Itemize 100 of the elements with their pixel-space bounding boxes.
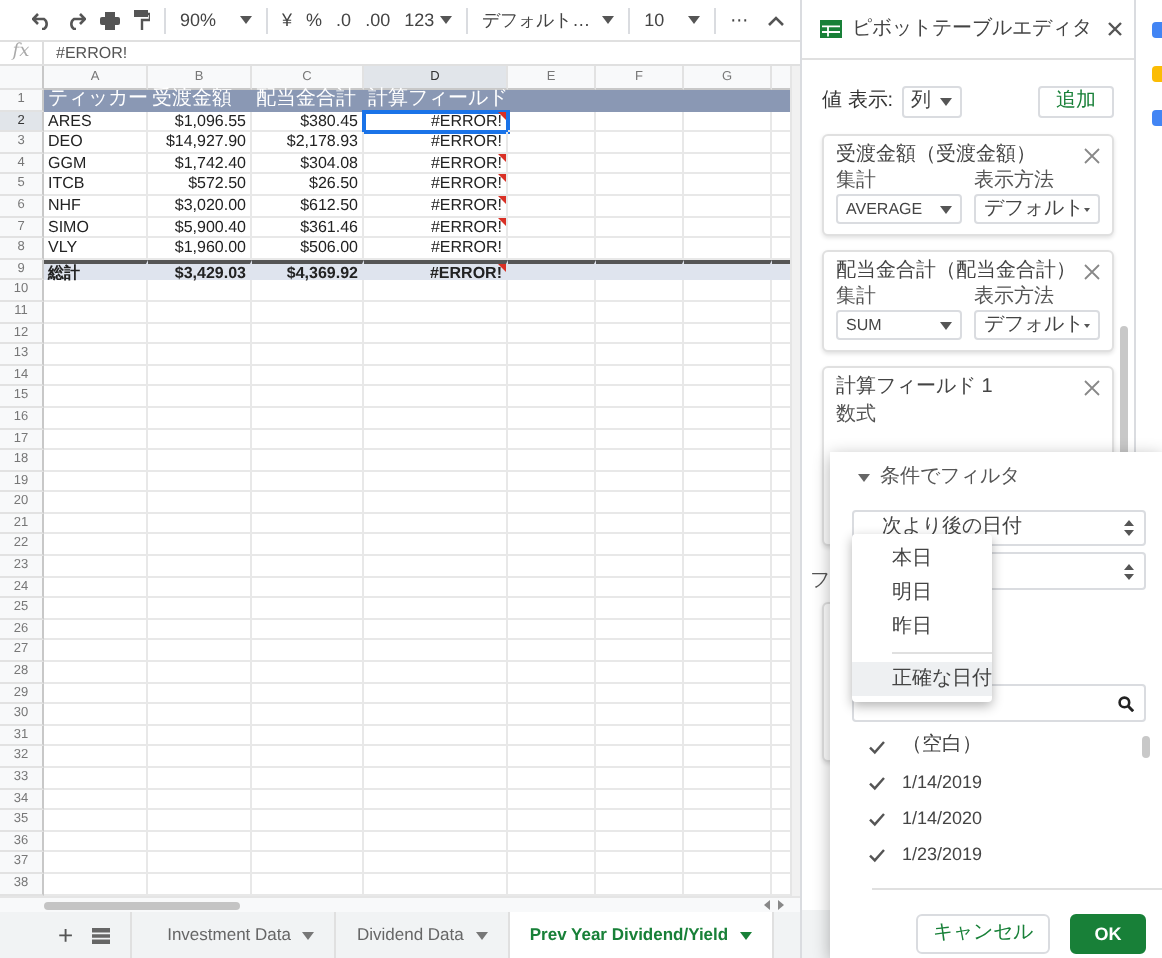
menu-option[interactable]: 昨日 [852, 610, 992, 644]
formula-label: fx [0, 42, 44, 64]
undo-icon[interactable] [32, 11, 52, 29]
card-title: 計算フィールド 1 [836, 376, 993, 398]
caret-icon [475, 931, 488, 939]
font-dropdown[interactable]: デフォルト… [482, 11, 615, 29]
horizontal-scrollbar[interactable] [0, 896, 800, 912]
empty-cell [508, 195, 596, 218]
empty-cell [252, 280, 364, 302]
currency-button[interactable]: ¥ [282, 11, 293, 29]
list-scrollbar[interactable] [1142, 736, 1150, 758]
table-cell: GGM [44, 153, 148, 175]
decrease-decimals-button[interactable]: .0 [336, 11, 352, 29]
show-as-dropdown[interactable]: デフォルト [974, 310, 1100, 340]
column-heading: 計算フィールド [364, 90, 508, 112]
section-heading[interactable]: 条件でフィルタ [880, 466, 1020, 490]
add-button[interactable]: 追加 [1038, 86, 1114, 118]
caret-icon [940, 321, 952, 329]
table-cell: $5,900.40 [148, 217, 252, 239]
table-cell: #ERROR! [364, 174, 508, 196]
field-label: 表示方法 [974, 170, 1056, 192]
table-cell: $3,429.03 [148, 259, 252, 281]
redo-icon[interactable] [66, 11, 86, 29]
menu-option[interactable]: 明日 [852, 576, 992, 610]
caret-icon [440, 16, 453, 24]
table-cell: 総計 [44, 259, 148, 281]
value-option[interactable]: （空白） [902, 734, 982, 758]
paint-format-icon[interactable] [134, 10, 150, 30]
more-button[interactable]: ⋯ [730, 11, 749, 29]
side-panel-icon[interactable] [1152, 110, 1162, 126]
field-label: 集計 [836, 286, 878, 308]
table-cell: $26.50 [252, 174, 364, 196]
ok-button[interactable]: OK [1070, 914, 1146, 954]
close-icon[interactable] [1108, 22, 1122, 36]
table-cell: SIMO [44, 217, 148, 239]
add-sheet-button[interactable]: + [48, 912, 84, 958]
check-icon[interactable] [868, 845, 886, 863]
empty-cell [508, 132, 596, 154]
empty-cell [508, 217, 596, 239]
zoom-dropdown[interactable]: 90% [180, 11, 253, 29]
table-cell: #ERROR! [364, 132, 508, 154]
table-icon [820, 20, 842, 38]
sheet-tab[interactable]: Investment Data [131, 912, 337, 958]
empty-cell [508, 153, 596, 175]
table-cell: #ERROR! [364, 195, 508, 218]
side-panel-icon[interactable] [1152, 22, 1162, 38]
value-option[interactable]: 1/14/2020 [902, 807, 983, 829]
table-cell: $572.50 [148, 174, 252, 196]
table-cell: $1,742.40 [148, 153, 252, 175]
collapse-icon[interactable] [768, 15, 784, 25]
caret-icon [740, 931, 753, 939]
value-option[interactable]: 1/14/2019 [902, 771, 983, 793]
search-icon [1118, 695, 1134, 711]
caret-icon [688, 16, 701, 24]
section-label: フ [810, 570, 830, 594]
cancel-button[interactable]: キャンセル [916, 914, 1050, 954]
remove-icon[interactable] [1084, 263, 1100, 279]
table-cell: $2,178.93 [252, 132, 364, 154]
value-option[interactable]: 1/23/2019 [902, 843, 983, 865]
updown-icon [1124, 520, 1134, 536]
increase-decimals-button[interactable]: .00 [365, 11, 391, 29]
show-as-dropdown[interactable]: デフォルト [974, 194, 1100, 224]
table-cell: #ERROR! [364, 217, 508, 239]
menu-option[interactable]: 正確な日付 [852, 662, 992, 696]
remove-icon[interactable] [1084, 147, 1100, 163]
check-icon[interactable] [868, 773, 886, 791]
check-icon[interactable] [868, 737, 886, 755]
table-cell: $3,020.00 [148, 195, 252, 218]
caret-icon [602, 16, 615, 24]
error-marker-icon [498, 174, 506, 183]
card-title: 受渡金額（受渡金額） [836, 144, 1036, 166]
table-cell: ARES [44, 111, 148, 133]
table-cell: $1,096.55 [148, 111, 252, 133]
table-cell: NHF [44, 195, 148, 218]
scroll-right-icon[interactable] [778, 900, 784, 910]
horizontal-scrollbar-thumb[interactable] [44, 901, 240, 909]
summarize-dropdown[interactable]: AVERAGE [836, 194, 962, 224]
remove-icon[interactable] [1084, 379, 1100, 395]
updown-icon [1124, 563, 1134, 579]
empty-cell [508, 174, 596, 196]
column-heading: 受渡金額 [148, 90, 252, 112]
sheet-tab[interactable]: Prev Year Dividend/Yield [509, 912, 775, 958]
field-label: 数式 [836, 404, 878, 426]
table-cell: DEO [44, 132, 148, 154]
number-format-dropdown[interactable]: 123 [404, 11, 453, 29]
scroll-left-icon[interactable] [764, 900, 770, 910]
values-label: 値 表示: [822, 90, 894, 114]
percent-button[interactable]: % [306, 11, 323, 29]
caret-icon [240, 16, 253, 24]
values-layout-dropdown[interactable]: 列 [901, 86, 962, 118]
caret-icon [940, 205, 952, 213]
font-size-dropdown[interactable]: 10 [644, 11, 701, 29]
empty-cell [596, 111, 684, 133]
check-icon[interactable] [868, 809, 886, 827]
sheet-list-icon[interactable] [91, 927, 110, 943]
menu-option[interactable]: 本日 [852, 542, 992, 576]
field-label: 集計 [836, 170, 878, 192]
empty-cell [596, 280, 684, 302]
vertical-scrollbar[interactable] [790, 66, 800, 896]
summarize-dropdown[interactable]: SUM [836, 310, 962, 340]
